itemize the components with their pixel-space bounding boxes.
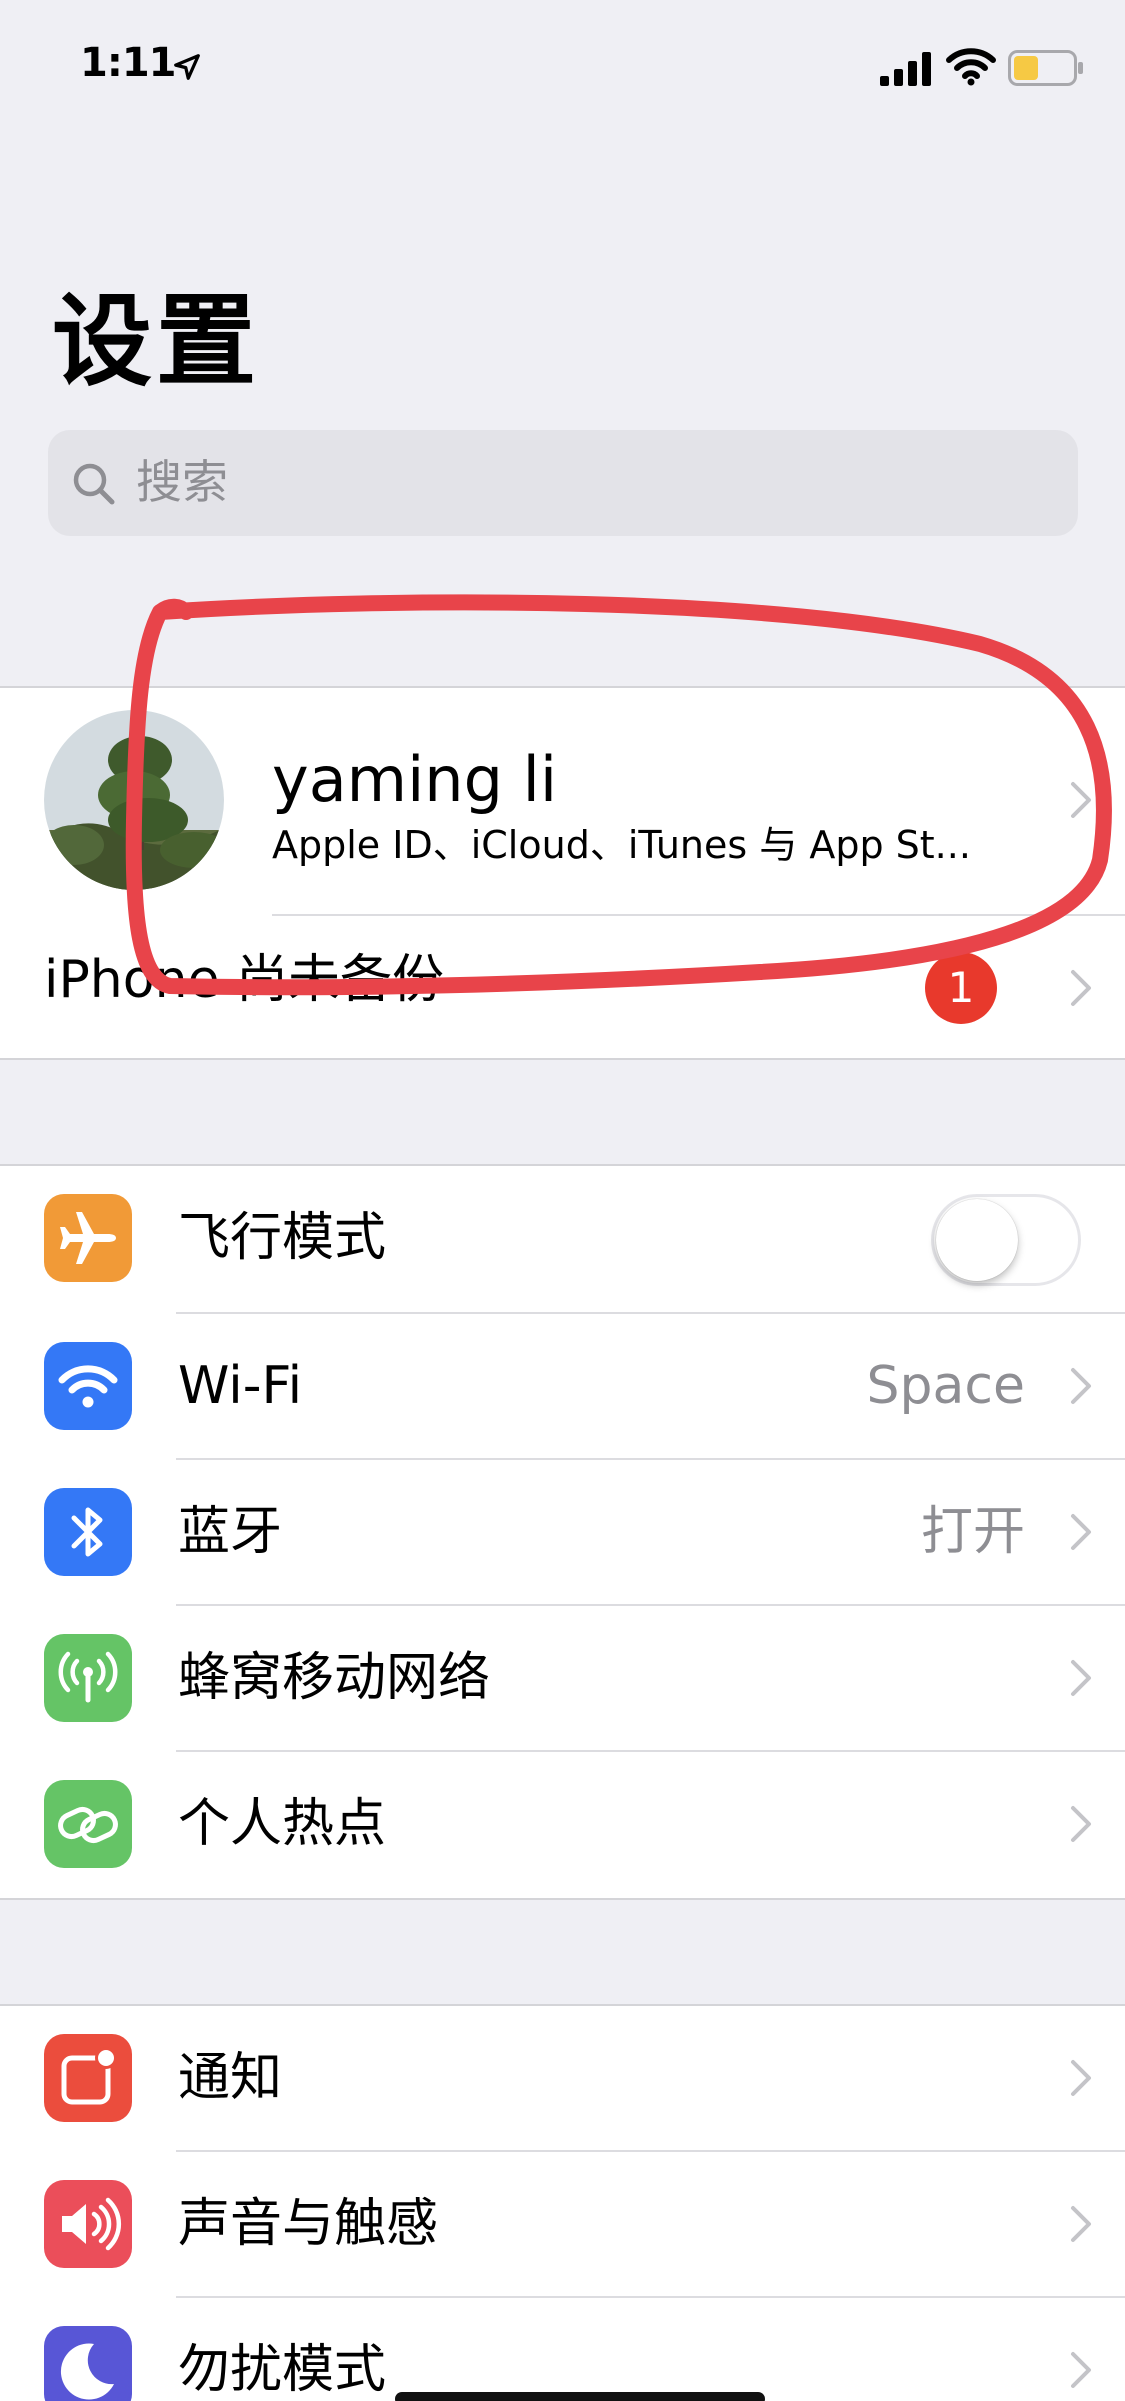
wifi-label: Wi-Fi [178, 1356, 303, 1416]
connectivity-group: 飞行模式 Wi-Fi Space 蓝牙 打开 蜂窝移动网络 个人热点 [0, 1164, 1125, 1900]
chevron-right-icon [1071, 2206, 1091, 2242]
backup-label: iPhone 尚未备份 [44, 950, 445, 1010]
hotspot-row[interactable]: 个人热点 [0, 1752, 1125, 1898]
chevron-right-icon [1071, 2060, 1091, 2096]
hotspot-label: 个人热点 [178, 1794, 387, 1854]
search-placeholder: 搜索 [136, 455, 228, 509]
bluetooth-value: 打开 [920, 1502, 1025, 1562]
toggle-knob [936, 1199, 1018, 1281]
cellular-antenna-icon [44, 1634, 132, 1722]
profile-name: yaming li [272, 743, 558, 816]
moon-icon [44, 2326, 132, 2401]
wifi-value: Space [866, 1356, 1025, 1416]
sounds-label: 声音与触感 [178, 2194, 439, 2254]
profile-subtitle: Apple ID、iCloud、iTunes 与 App St... [272, 823, 971, 867]
status-time: 1:11 [80, 40, 176, 86]
wifi-icon [946, 48, 996, 86]
location-arrow-icon [174, 54, 200, 80]
chevron-right-icon [1071, 2352, 1091, 2388]
wifi-row[interactable]: Wi-Fi Space [0, 1314, 1125, 1458]
search-icon [73, 463, 115, 505]
account-group: yaming li Apple ID、iCloud、iTunes 与 App S… [0, 686, 1125, 1060]
cellular-row[interactable]: 蜂窝移动网络 [0, 1606, 1125, 1750]
airplane-icon [44, 1194, 132, 1282]
chevron-right-icon [1071, 1514, 1091, 1550]
airplane-mode-row: 飞行模式 [0, 1166, 1125, 1312]
chevron-right-icon [1071, 1368, 1091, 1404]
backup-row[interactable]: iPhone 尚未备份 1 [0, 916, 1125, 1060]
hotspot-link-icon [44, 1780, 132, 1868]
status-bar: 1:11 [0, 0, 1125, 140]
chevron-right-icon [1071, 970, 1091, 1006]
chevron-right-icon [1071, 1660, 1091, 1696]
backup-badge: 1 [925, 952, 997, 1024]
notifications-label: 通知 [178, 2048, 283, 2108]
chevron-right-icon [1071, 1806, 1091, 1842]
airplane-mode-label: 飞行模式 [178, 1208, 387, 1268]
do-not-disturb-row[interactable]: 勿扰模式 [0, 2298, 1125, 2401]
cellular-label: 蜂窝移动网络 [178, 1648, 491, 1708]
battery-icon [1008, 50, 1083, 86]
sounds-row[interactable]: 声音与触感 [0, 2152, 1125, 2296]
search-input[interactable]: 搜索 [48, 430, 1078, 536]
notifications-icon [44, 2034, 132, 2122]
wifi-icon [44, 1342, 132, 1430]
settings-screen: 1:11 设置 搜索 yaming li Apple ID、iCloud、iTu… [0, 0, 1125, 2401]
airplane-mode-toggle[interactable] [931, 1194, 1081, 1286]
home-indicator [395, 2392, 765, 2401]
notifications-group: 通知 声音与触感 勿扰模式 [0, 2004, 1125, 2401]
apple-id-row[interactable]: yaming li Apple ID、iCloud、iTunes 与 App S… [0, 688, 1125, 914]
notifications-row[interactable]: 通知 [0, 2006, 1125, 2150]
page-title: 设置 [52, 283, 260, 400]
avatar [44, 710, 224, 890]
bluetooth-label: 蓝牙 [178, 1502, 283, 1562]
bluetooth-icon [44, 1488, 132, 1576]
chevron-right-icon [1071, 782, 1091, 818]
do-not-disturb-label: 勿扰模式 [178, 2340, 387, 2400]
speaker-icon [44, 2180, 132, 2268]
bluetooth-row[interactable]: 蓝牙 打开 [0, 1460, 1125, 1604]
cellular-signal-icon [880, 52, 931, 86]
